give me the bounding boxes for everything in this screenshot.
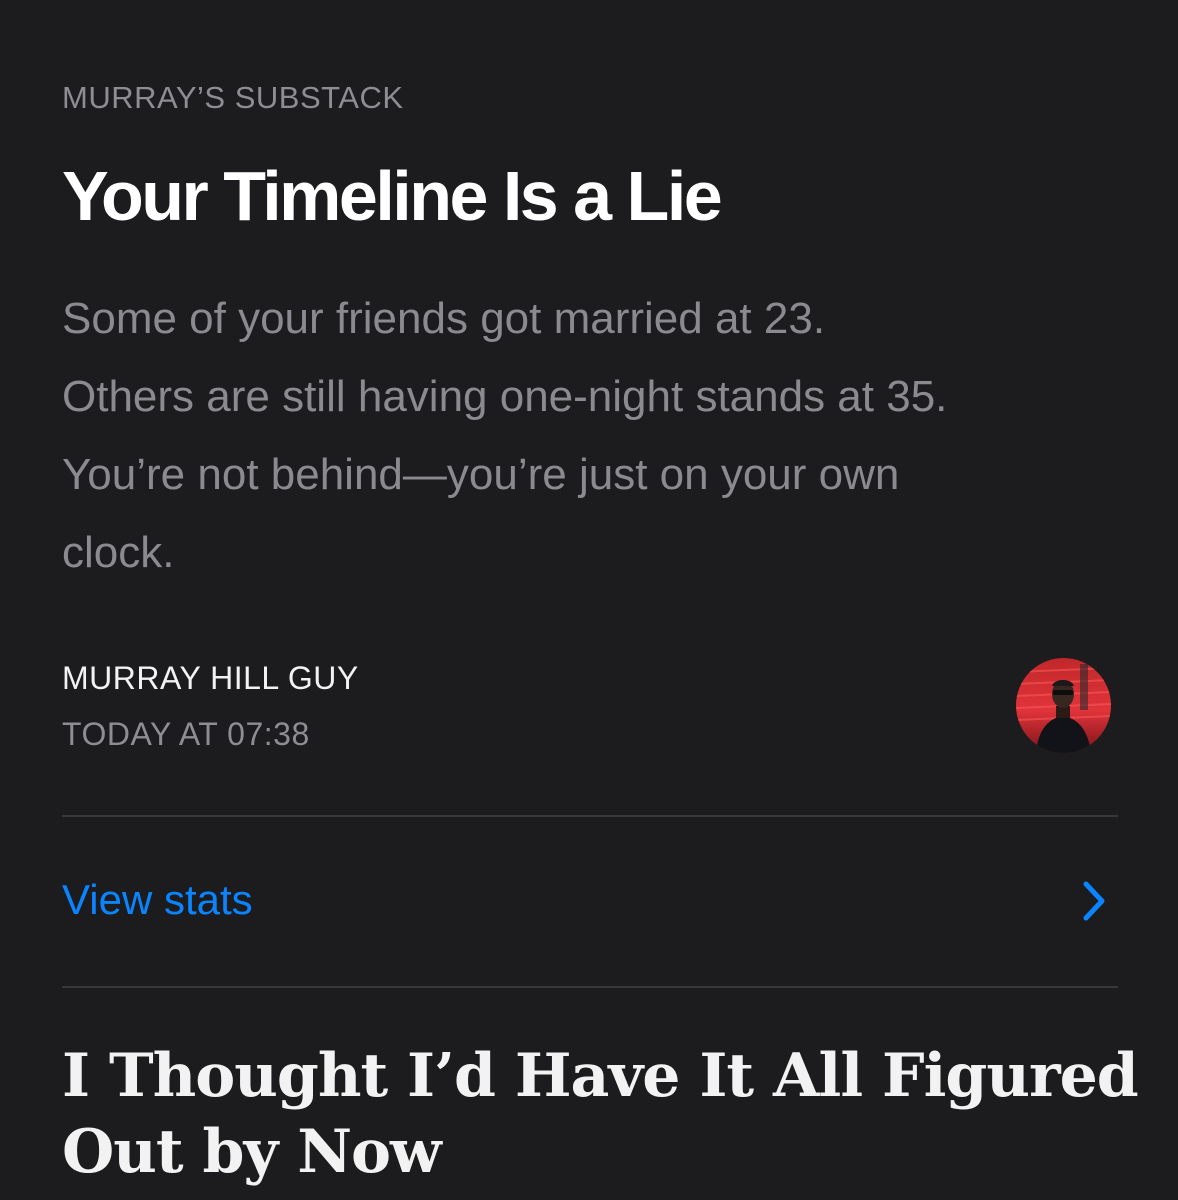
post-date: TODAY AT 07:38 — [62, 716, 310, 752]
avatar-image — [1016, 658, 1111, 753]
chevron-right-icon[interactable] — [1080, 880, 1108, 922]
next-post-title-line: I Thought I’d Have It All Figured — [62, 1041, 1139, 1111]
author-name[interactable]: MURRAY HILL GUY — [62, 660, 359, 697]
view-stats-label[interactable]: View stats — [62, 876, 253, 924]
divider — [62, 986, 1118, 988]
subtitle-line: Others are still having one-night stands… — [62, 372, 948, 421]
post-title: Your Timeline Is a Lie — [62, 157, 723, 235]
post-subtitle: Some of your friends got married at 23. … — [62, 280, 1122, 592]
author-avatar[interactable] — [1016, 658, 1111, 753]
next-post-title-line: Out by Now — [62, 1117, 442, 1187]
publication-name[interactable]: MURRAY’S SUBSTACK — [62, 80, 404, 116]
subtitle-line: You’re not behind—you’re just on your ow… — [62, 450, 900, 499]
next-post-title[interactable]: I Thought I’d Have It All Figured Out by… — [62, 1038, 1142, 1190]
divider — [62, 815, 1118, 817]
subtitle-line: Some of your friends got married at 23. — [62, 294, 826, 343]
subtitle-line: clock. — [62, 528, 175, 577]
view-stats-row[interactable]: View stats — [62, 862, 1118, 942]
